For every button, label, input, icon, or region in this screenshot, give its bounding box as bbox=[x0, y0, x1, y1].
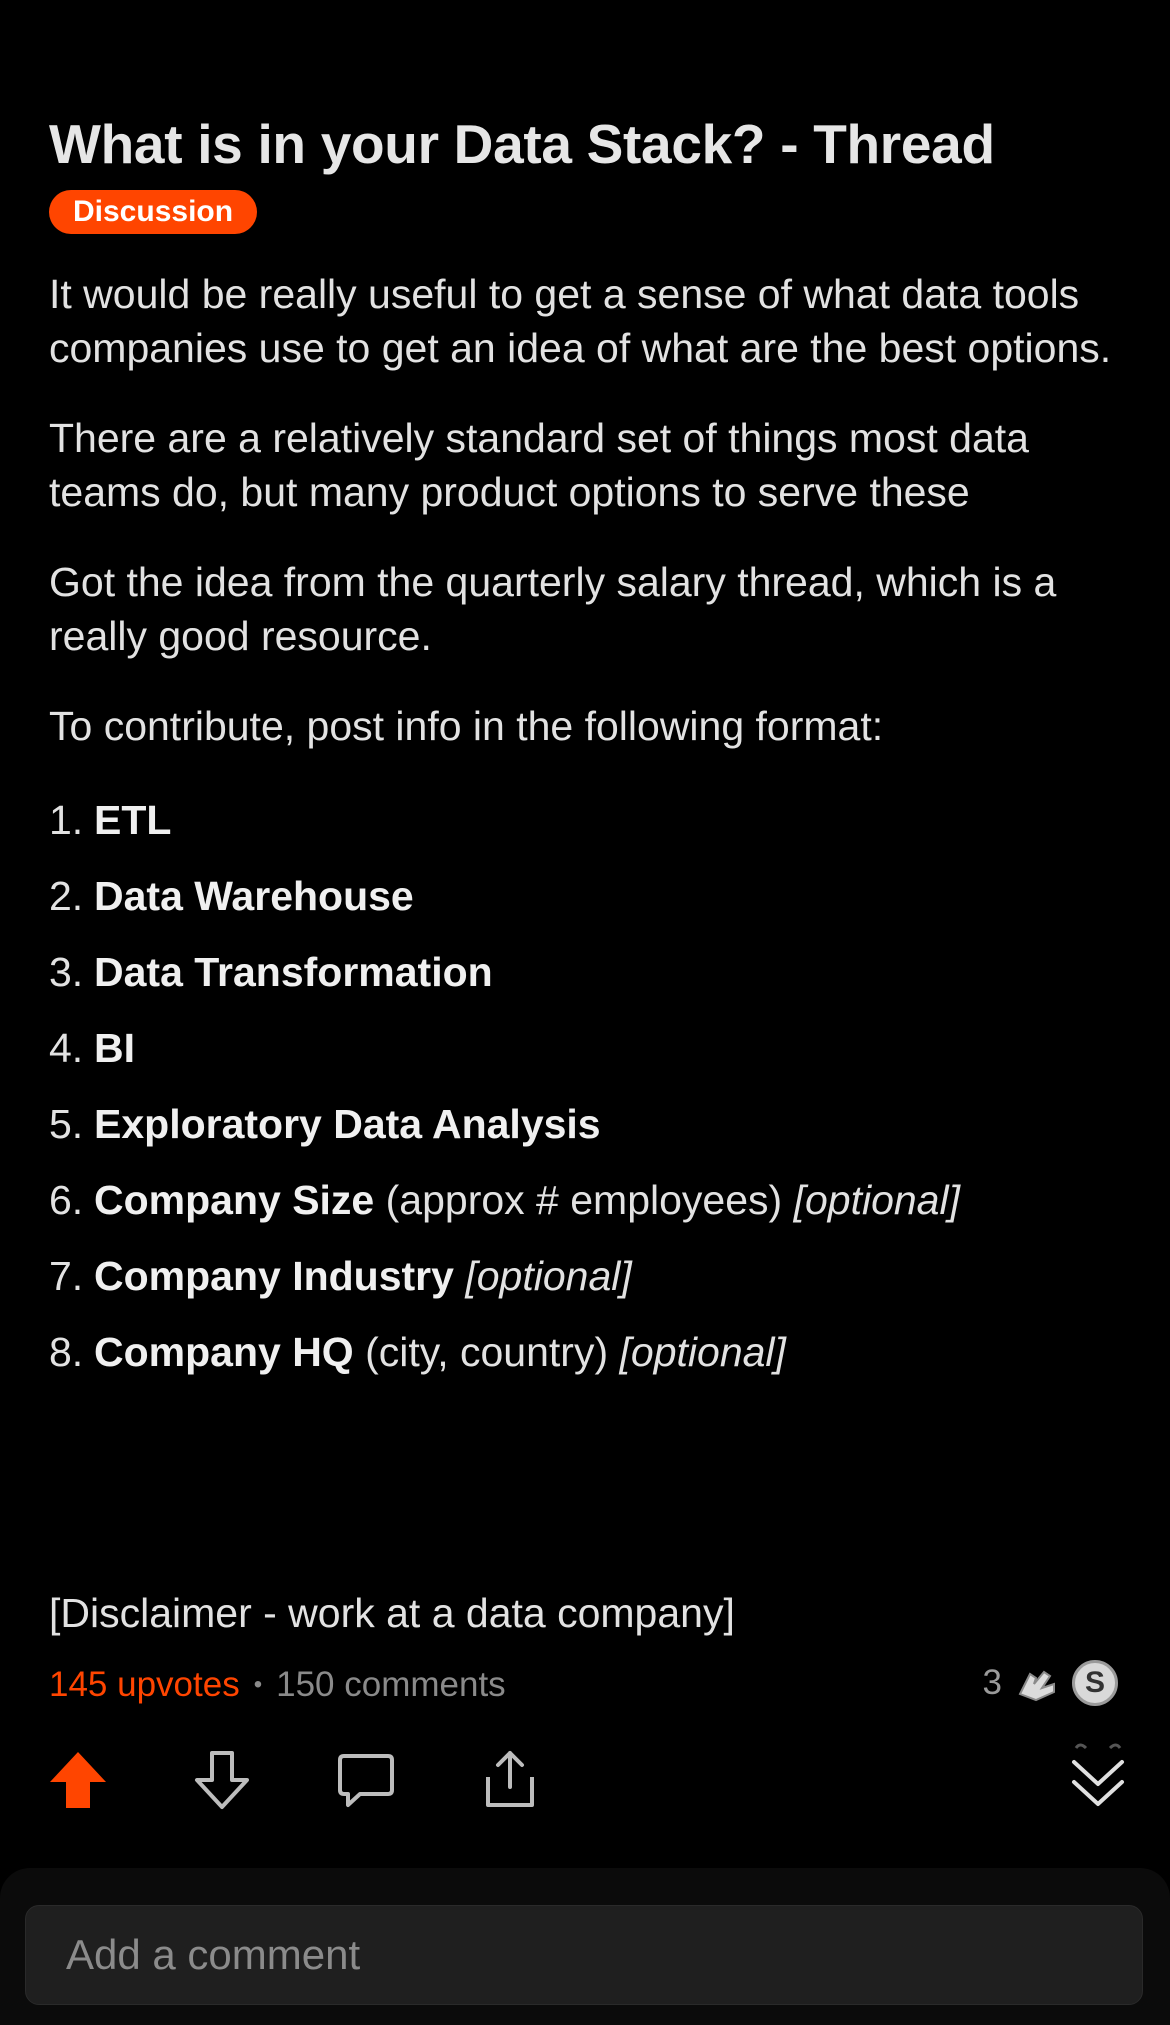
list-item-bold: Data Transformation bbox=[94, 949, 493, 995]
upvote-arrow-icon bbox=[50, 1752, 106, 1808]
post-stats: 145 upvotes • 150 comments bbox=[49, 1665, 506, 1705]
comment-bubble-icon bbox=[338, 1754, 394, 1807]
list-number: 6. bbox=[49, 1177, 84, 1223]
list-item-bold: Data Warehouse bbox=[94, 873, 414, 919]
list-number: 1. bbox=[49, 797, 84, 843]
downvote-button[interactable] bbox=[187, 1745, 257, 1815]
post-content: What is in your Data Stack? - Thread Dis… bbox=[49, 110, 1129, 1401]
list-item-bold: Company Industry bbox=[94, 1253, 454, 1299]
list-item: 6. Company Size (approx # employees) [op… bbox=[49, 1173, 1129, 1227]
award-hands-icon bbox=[1014, 1660, 1060, 1706]
comment-input[interactable]: Add a comment bbox=[25, 1905, 1143, 2005]
upvote-button[interactable] bbox=[43, 1745, 113, 1815]
list-item-bold: Company Size bbox=[94, 1177, 375, 1223]
list-item-plain: (city, country) bbox=[365, 1329, 609, 1375]
list-item: 3. Data Transformation bbox=[49, 945, 1129, 999]
list-item: 7. Company Industry [optional] bbox=[49, 1249, 1129, 1303]
comment-button[interactable] bbox=[331, 1745, 401, 1815]
downvote-arrow-icon bbox=[195, 1751, 249, 1809]
list-item-bold: ETL bbox=[94, 797, 172, 843]
list-number: 3. bbox=[49, 949, 84, 995]
format-list: 1. ETL 2. Data Warehouse 3. Data Transfo… bbox=[49, 793, 1129, 1379]
double-chevron-down-icon bbox=[1072, 1743, 1124, 1806]
comment-bar: Add a comment bbox=[0, 1868, 1170, 2025]
collapse-button[interactable] bbox=[1063, 1739, 1133, 1809]
award-count: 3 bbox=[982, 1663, 1002, 1702]
share-icon bbox=[486, 1751, 534, 1807]
post-title: What is in your Data Stack? - Thread bbox=[49, 113, 995, 175]
list-item-italic: [optional] bbox=[465, 1253, 632, 1299]
list-item-plain: (approx # employees) bbox=[385, 1177, 783, 1223]
award-silver-icon: S bbox=[1072, 1660, 1118, 1706]
comment-placeholder: Add a comment bbox=[66, 1931, 361, 1978]
awards[interactable]: 3 S bbox=[983, 1660, 1118, 1706]
list-item-bold: BI bbox=[94, 1025, 135, 1071]
list-item: 8. Company HQ (city, country) [optional] bbox=[49, 1325, 1129, 1379]
list-number: 5. bbox=[49, 1101, 84, 1147]
list-number: 4. bbox=[49, 1025, 84, 1071]
list-number: 8. bbox=[49, 1329, 84, 1375]
separator-dot: • bbox=[253, 1671, 263, 1698]
list-item-bold: Exploratory Data Analysis bbox=[94, 1101, 601, 1147]
list-item: 2. Data Warehouse bbox=[49, 869, 1129, 923]
list-number: 2. bbox=[49, 873, 84, 919]
action-bar bbox=[0, 1743, 1170, 1815]
disclaimer-text: [Disclaimer - work at a data company] bbox=[49, 1590, 735, 1636]
list-item: 4. BI bbox=[49, 1021, 1129, 1075]
post-paragraph: Got the idea from the quarterly salary t… bbox=[49, 559, 1057, 659]
share-button[interactable] bbox=[475, 1745, 545, 1815]
list-item-italic: [optional] bbox=[793, 1177, 960, 1223]
list-item-bold: Company HQ bbox=[94, 1329, 354, 1375]
list-item-italic: [optional] bbox=[619, 1329, 786, 1375]
comment-count[interactable]: 150 comments bbox=[276, 1665, 506, 1705]
list-item: 5. Exploratory Data Analysis bbox=[49, 1097, 1129, 1151]
upvote-count: 145 upvotes bbox=[49, 1665, 240, 1704]
post-paragraph: There are a relatively standard set of t… bbox=[49, 415, 1029, 515]
post-paragraph: It would be really useful to get a sense… bbox=[49, 271, 1112, 371]
flair-badge[interactable]: Discussion bbox=[49, 190, 258, 234]
post-paragraph: To contribute, post info in the followin… bbox=[49, 703, 884, 749]
list-item: 1. ETL bbox=[49, 793, 1129, 847]
list-number: 7. bbox=[49, 1253, 84, 1299]
